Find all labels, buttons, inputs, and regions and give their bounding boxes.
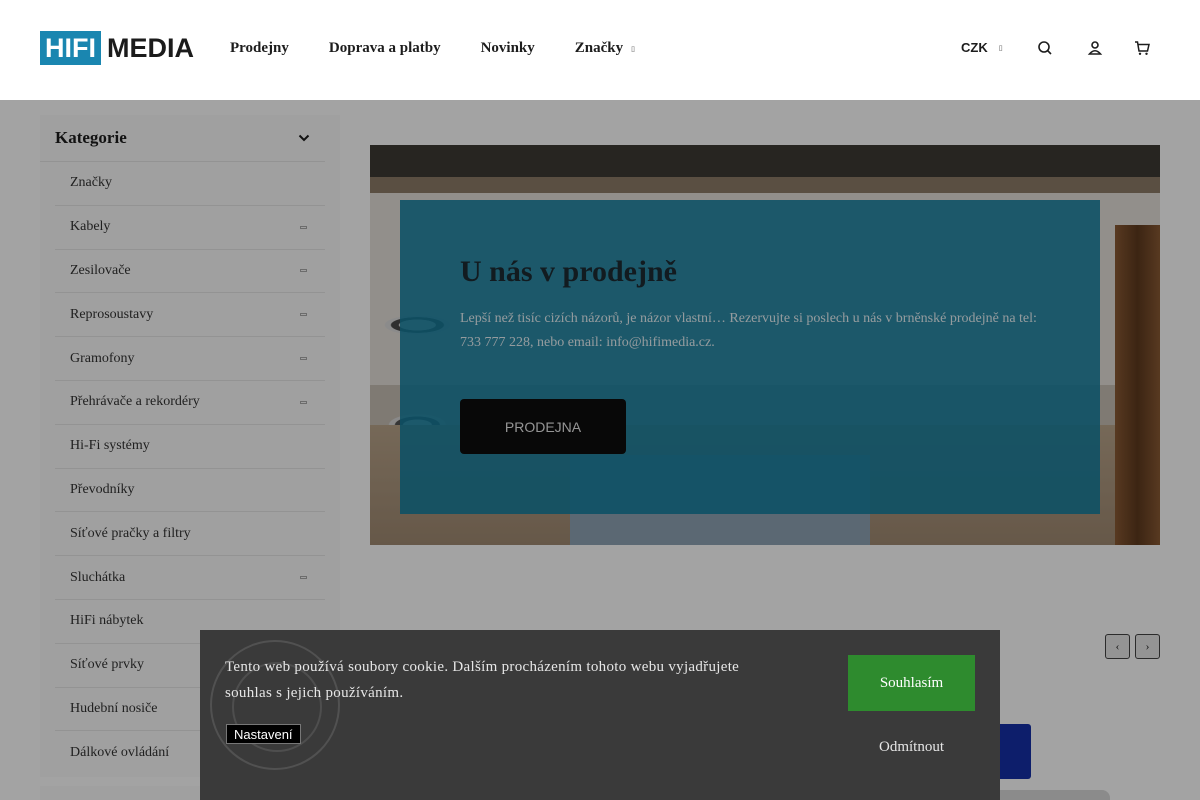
cookie-accept-button[interactable]: Souhlasím [848, 655, 975, 711]
currency-selector[interactable]: CZK ▯ [961, 40, 1003, 55]
cookie-decline-button[interactable]: Odmítnout [848, 730, 975, 765]
nav-label: Značky [574, 40, 624, 56]
cookie-bar: Tento web používá soubory cookie. Dalším… [200, 630, 1000, 800]
site-logo[interactable]: HIFI MEDIA [40, 31, 194, 65]
logo-box-text: HIFI [40, 31, 101, 65]
dropdown-arrow-icon: ▯ [631, 44, 635, 53]
site-header: HIFI MEDIA Prodejny Doprava a platby Nov… [0, 0, 1200, 100]
cookie-settings-button[interactable]: Nastavení [226, 724, 301, 744]
currency-label: CZK [961, 40, 988, 55]
cookie-text: Tento web používá soubory cookie. Dalším… [225, 659, 740, 701]
cart-icon[interactable] [1134, 40, 1150, 56]
nav-doprava[interactable]: Doprava a platby [329, 40, 441, 57]
logo-text: MEDIA [107, 33, 194, 63]
dropdown-arrow-icon: ▯ [998, 44, 1003, 52]
nav-novinky[interactable]: Novinky [481, 40, 535, 57]
nav-label: Prodejny [230, 40, 289, 56]
search-icon[interactable] [1037, 40, 1053, 56]
main-nav: Prodejny Doprava a platby Novinky Značky… [230, 40, 635, 57]
nav-znacky[interactable]: Značky ▯ [575, 40, 635, 57]
nav-prodejny[interactable]: Prodejny [230, 40, 289, 57]
nav-label: Doprava a platby [328, 40, 441, 56]
nav-label: Novinky [480, 40, 535, 56]
user-icon[interactable] [1087, 40, 1103, 56]
